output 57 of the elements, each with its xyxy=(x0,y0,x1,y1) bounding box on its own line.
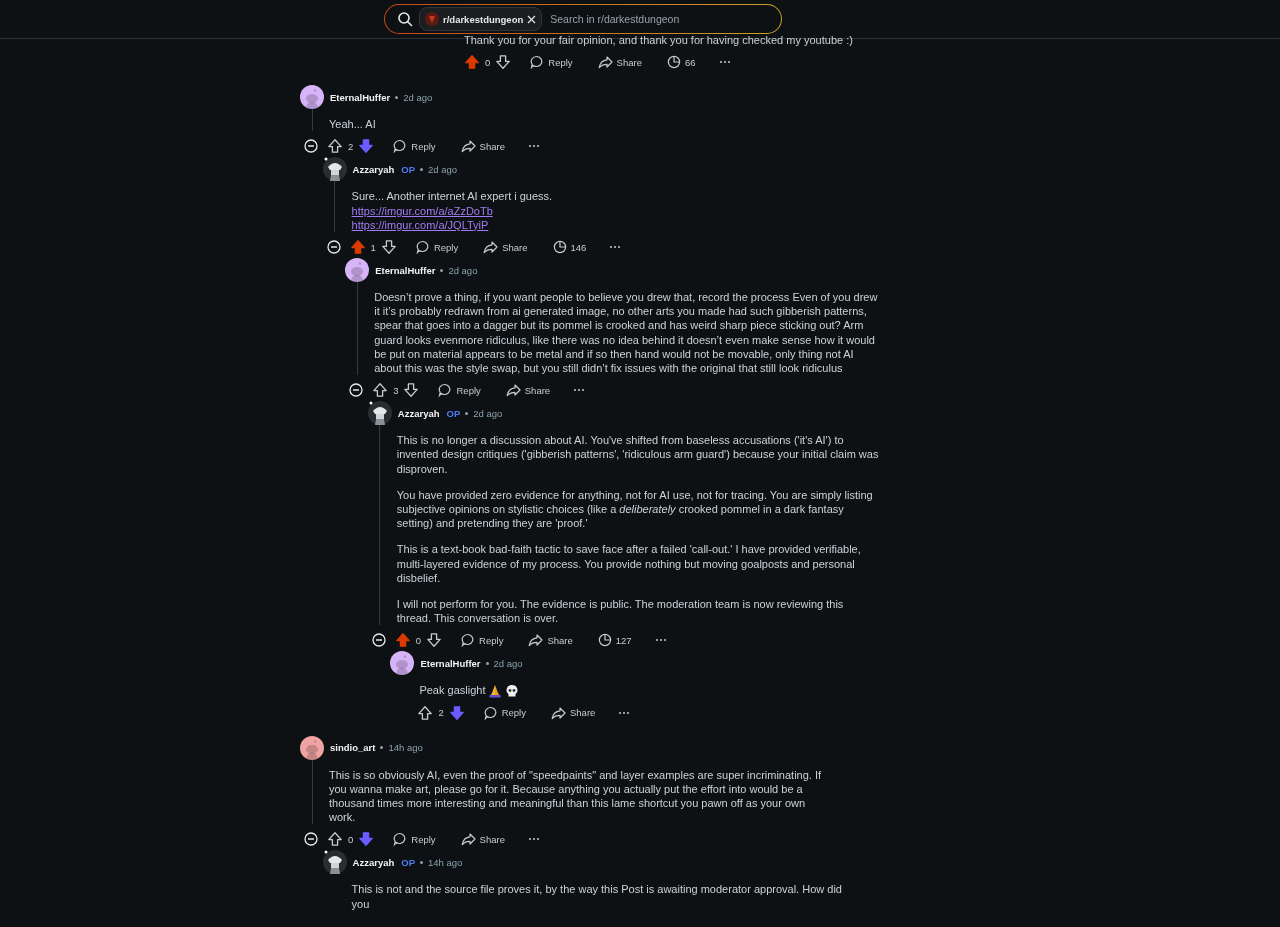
username[interactable]: EternalHuffer xyxy=(420,657,481,669)
username[interactable]: sindio_art xyxy=(330,742,376,754)
comment-text: Thank you for your fair opinion, and thank you for having checked my youtube :) xyxy=(464,33,854,48)
username[interactable]: Azzaryah xyxy=(352,163,395,175)
timestamp: 14h ago xyxy=(428,857,463,868)
timestamp: 2d ago xyxy=(448,264,478,276)
username[interactable]: Azzaryah xyxy=(352,857,395,868)
reply-button[interactable]: Reply xyxy=(409,236,465,258)
comment-text: I will not perform for you. The evidence is public. The moderation team is now reviewing this thread. This conversation is over. xyxy=(396,597,845,626)
vote-score: 1 xyxy=(369,241,377,253)
comment-text: This is no longer a discussion about AI. You've shifted from baseless accusations ('it's AI') to invented design critiques ('gibberish patterns', 'ridiculous arm guard') because your initial claim was disproven. xyxy=(396,433,880,476)
vote-score: 0 xyxy=(347,834,355,845)
community-chip[interactable]: r/darkestdungeon xyxy=(419,7,543,31)
share-button[interactable]: Share xyxy=(454,135,511,158)
reply-button[interactable]: Reply xyxy=(432,379,487,402)
insights-button[interactable]: 127 xyxy=(591,629,638,652)
share-button[interactable]: Share xyxy=(477,236,534,258)
insights-button[interactable]: 66 xyxy=(660,51,702,74)
timestamp: 2d ago xyxy=(403,91,433,103)
comment-text: Peak gaslight xyxy=(419,683,486,698)
op-tag: OP xyxy=(401,163,416,175)
vote-score: 2 xyxy=(347,140,355,152)
timestamp: 2d ago xyxy=(428,163,458,175)
reply-button[interactable]: Reply xyxy=(387,828,442,851)
vote-score: 2 xyxy=(437,707,445,719)
community-name: r/darkestdungeon xyxy=(443,13,524,25)
reply-button[interactable]: Reply xyxy=(455,629,510,652)
username[interactable]: Azzaryah xyxy=(397,407,440,419)
timestamp: 2d ago xyxy=(473,407,503,419)
comment-text: This is a text-book bad-faith tactic to save face after a failed 'call-out.' I have provided verifiable, multi-layered evidence of my process. You provide nothing but moving goalposts and personal disbelief. xyxy=(396,542,862,586)
insights-button[interactable]: 146 xyxy=(546,236,593,258)
vote-score: 3 xyxy=(392,384,400,396)
share-button[interactable]: Share xyxy=(454,828,511,851)
op-tag: OP xyxy=(401,857,416,868)
share-button[interactable]: Share xyxy=(522,629,579,652)
username[interactable]: EternalHuffer xyxy=(375,264,436,276)
comment-text: This is not and the source file proves it, by the way this Post is awaiting moderator approval. How did you xyxy=(351,882,843,911)
comment-text: This is so obviously AI, even the proof of "speedpaints" and layer examples are super incriminating. If you wanna make art, please go for it. Because anything you actually put the effort into would be a thousand times more interesting and meaningful than this lame shortcut you pawn off as your own work. xyxy=(329,767,823,825)
reply-button[interactable]: Reply xyxy=(387,135,442,158)
reply-button[interactable]: Reply xyxy=(524,51,579,74)
timestamp: 2d ago xyxy=(493,657,523,669)
link[interactable]: https://imgur.com/a/JQLTyiP xyxy=(351,217,489,232)
share-button[interactable]: Share xyxy=(499,379,557,402)
comment-text: Sure... Another internet AI expert i guess. xyxy=(351,189,554,204)
share-button[interactable]: Share xyxy=(591,51,648,74)
vote-score: 0 xyxy=(414,634,423,646)
op-tag: OP xyxy=(446,407,461,419)
username[interactable]: EternalHuffer xyxy=(330,91,391,103)
timestamp: 14h ago xyxy=(388,742,423,754)
comment-text: Yeah... AI xyxy=(329,117,377,132)
comment-text: You have provided zero evidence for anything, not for AI use, not for tracing. You are simply listing subjective opinions on stylistic choices (like a deliberately crooked pommel in a dark fantasy setting) and pretending they are 'proof.' xyxy=(396,487,874,531)
reply-button[interactable]: Reply xyxy=(477,701,532,724)
share-button[interactable]: Share xyxy=(545,701,602,724)
comment-text: Doesn’t prove a thing, if you want people to believe you drew that, record the process Even of you drew it it’s probably redrawn from ai generated image, no other arts you made had such gibberish patterns, spear that goes into a dagger but its pommel is crooked and has weird sharp piece sticking out? Arm guard looks evenmore ridiculus, like there was no idea behind it doesn’t even make sense how it would be put on material appears to be metal and if so then hand would not be movable, only thing not AI about this was the style swap, but you still didn’t fix issues with the original that still look ridiculus xyxy=(374,290,879,376)
vote-score: 0 xyxy=(484,56,492,68)
link[interactable]: https://imgur.com/a/aZzDoTb xyxy=(351,203,493,218)
search-field[interactable]: r/darkestdungeon Search in r/darkestdungeon xyxy=(384,4,782,34)
